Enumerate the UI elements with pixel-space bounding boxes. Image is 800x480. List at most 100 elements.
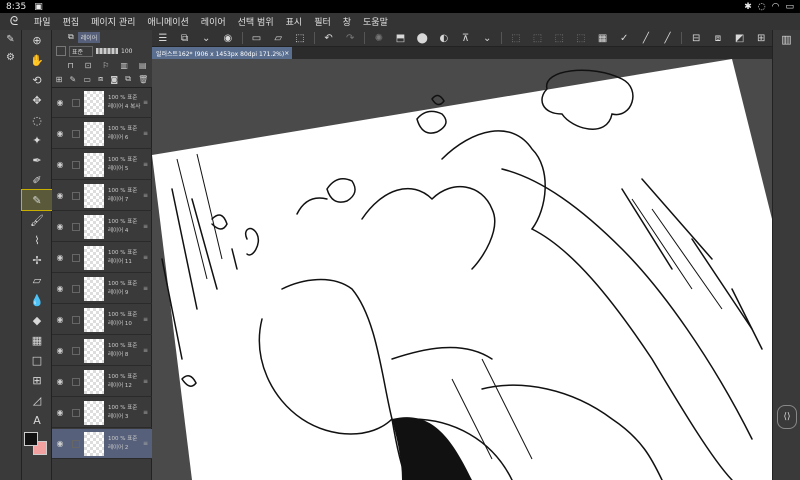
loading-icon[interactable]: ✺ [368,30,390,47]
layer-select-checkbox[interactable] [72,253,80,262]
pen-line-alt-icon[interactable]: ╱ [657,30,679,47]
close-icon[interactable]: × [284,50,289,57]
pen-tool-icon[interactable]: ✐ [22,170,52,190]
mask-icon[interactable]: ▥ [120,61,128,70]
eyedropper-icon[interactable]: ✒ [22,150,52,170]
canvas-drawing[interactable] [152,59,772,480]
frame-tool-icon[interactable]: ⊞ [22,370,52,390]
layer-row[interactable]: ◉ 100 % 표준 레이어 9 ≡ [52,274,152,304]
menu-layer[interactable]: 레이어 [195,15,232,28]
layer-menu-icon[interactable]: ≡ [143,99,148,106]
layer-mask-icon[interactable]: ◙ [110,75,118,84]
menu-file[interactable]: 파일 [28,15,57,28]
layer-move-icon[interactable]: ⧈ [707,30,729,47]
chevron-down-icon[interactable]: ⌄ [476,30,498,47]
new-file-icon[interactable]: ▭ [246,30,268,47]
layer-menu-icon[interactable]: ≡ [143,192,148,199]
blend-tool-icon[interactable]: 💧 [22,290,52,310]
layer-menu-icon[interactable]: ≡ [143,285,148,292]
new-layer-icon[interactable]: ⊞ [56,75,63,84]
layer-menu-icon[interactable]: ≡ [143,254,148,261]
move-tool-icon[interactable]: ✥ [22,90,52,110]
color-fill-icon[interactable]: ◐ [433,30,455,47]
layer-row[interactable]: ◉ 100 % 표준 레이어 5 ≡ [52,150,152,180]
undo-icon[interactable]: ↶ [318,30,340,47]
eye-icon[interactable]: ◉ [52,315,68,324]
layer-menu-icon[interactable]: ≡ [143,223,148,230]
gradient-tool-icon[interactable]: ▦ [22,330,52,350]
document-tab[interactable]: 일러스트162* (906 x 1453px 80dpi 171.2%) × [152,47,292,59]
fill-tool-icon[interactable]: ◆ [22,310,52,330]
layer-select-checkbox[interactable] [72,284,80,293]
layer-list-icon[interactable]: ⧉ [174,30,196,47]
eye-icon[interactable]: ◉ [52,408,68,417]
stroke-icon[interactable]: ✓ [613,30,635,47]
layer-row[interactable]: ◉ 100 % 표준 레이어 12 ≡ [52,367,152,397]
open-file-icon[interactable]: ▱ [267,30,289,47]
menu-filter[interactable]: 필터 [308,15,337,28]
blend-mode-select[interactable]: 표준 [69,45,93,57]
sub-tool-icon[interactable]: ⚙ [0,48,21,66]
eye-icon[interactable]: ◉ [52,160,68,169]
lasso-tool-icon[interactable]: ◌ [22,110,52,130]
rotate-tool-icon[interactable]: ⟲ [22,70,52,90]
menu-page[interactable]: 페이지 관리 [85,15,141,28]
panel-icon[interactable]: ⊟ [685,30,707,47]
eye-icon[interactable]: ◉ [52,98,68,107]
layer-row[interactable]: ◉ 100 % 표준 레이어 11 ≡ [52,243,152,273]
layer-select-checkbox[interactable] [72,160,80,169]
layer-select-checkbox[interactable] [72,408,80,417]
edge-handle-icon[interactable]: ⟨⟩ [777,405,797,429]
menu-window[interactable]: 창 [337,15,357,28]
app-icon[interactable]: ◉ [217,30,239,47]
layer-row[interactable]: ◉ 100 % 표준 레이어 6 ≡ [52,119,152,149]
hamburger-menu-icon[interactable]: ☰ [152,30,174,47]
figure-tool-icon[interactable]: □ [22,350,52,370]
invert-icon[interactable]: ⬚ [527,30,549,47]
menu-animation[interactable]: 애니메이션 [141,15,194,28]
layer-select-checkbox[interactable] [72,439,80,448]
tone-icon[interactable]: ◩ [729,30,751,47]
brush-tool-icon[interactable]: 🖌 [22,210,52,230]
decoration-tool-icon[interactable]: ✢ [22,250,52,270]
zoom-tool-icon[interactable]: ⊕ [22,30,52,50]
crop-icon[interactable]: ⬚ [548,30,570,47]
main-color-swatch[interactable] [24,432,38,446]
layer-row[interactable]: ◉ 100 % 표준 레이어 2 ≡ [52,429,152,459]
menu-selection[interactable]: 선택 범위 [232,15,280,28]
transparency-lock-icon[interactable]: ▤ [139,61,147,70]
layer-color-icon[interactable] [56,46,66,56]
layer-menu-icon[interactable]: ≡ [143,316,148,323]
magic-wand-icon[interactable]: ✦ [22,130,52,150]
layer-select-checkbox[interactable] [72,129,80,138]
layer-menu-icon[interactable]: ≡ [143,440,148,447]
menu-help[interactable]: 도움말 [357,15,394,28]
layer-row[interactable]: ◉ 100 % 표준 레이어 7 ≡ [52,181,152,211]
eye-icon[interactable]: ◉ [52,284,68,293]
layer-row[interactable]: ◉ 100 % 표준 레이어 4 ≡ [52,212,152,242]
layer-select-checkbox[interactable] [72,315,80,324]
app-logo-icon[interactable]: ᘓ [0,14,28,29]
border-icon[interactable]: ⬚ [570,30,592,47]
eye-icon[interactable]: ◉ [52,222,68,231]
layer-menu-icon[interactable]: ≡ [143,347,148,354]
ruler-tool-icon[interactable]: ◿ [22,390,52,410]
new-folder-icon[interactable]: ▭ [83,75,91,84]
menu-view[interactable]: 표시 [280,15,309,28]
layer-select-checkbox[interactable] [72,191,80,200]
canvas-area[interactable] [152,59,772,480]
layer-folder-row[interactable]: ⧉ 레이어 [52,30,152,44]
clip-icon[interactable]: ⊓ [67,61,73,70]
lock-icon[interactable]: ⊡ [85,61,92,70]
layer-select-checkbox[interactable] [72,346,80,355]
panel-toggle-icon[interactable]: ▥ [773,30,800,48]
layer-row[interactable]: ◉ 100 % 표준 레이어 3 ≡ [52,398,152,428]
layer-row[interactable]: ◉ 100 % 표준 레이어 4 복사 ≡ [52,88,152,118]
layer-select-checkbox[interactable] [72,377,80,386]
layer-menu-icon[interactable]: ≡ [143,378,148,385]
airbrush-tool-icon[interactable]: ⌇ [22,230,52,250]
reference-icon[interactable]: ⚐ [102,61,109,70]
opacity-slider[interactable] [96,48,118,54]
delete-layer-icon[interactable]: 🗑 [138,75,148,84]
clear-icon[interactable]: ▦ [592,30,614,47]
